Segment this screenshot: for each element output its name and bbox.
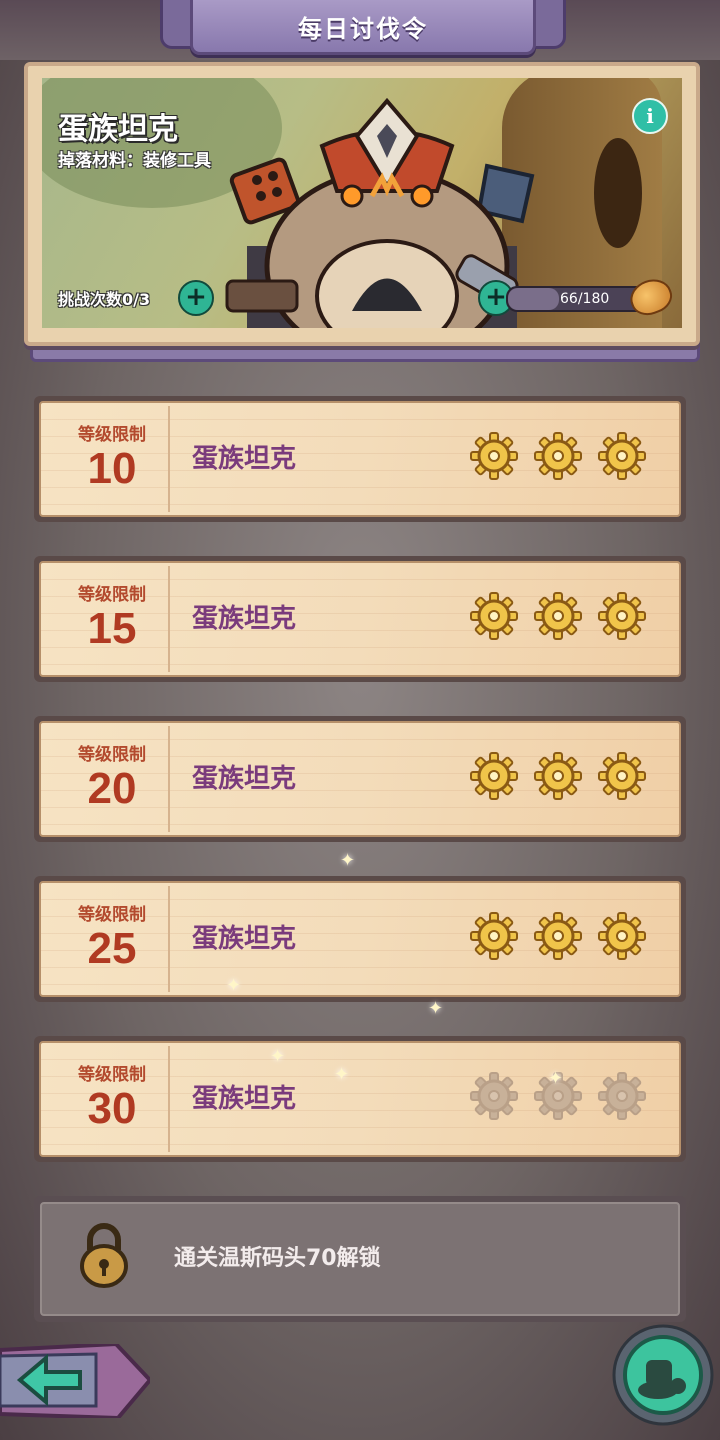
level-number: 15 [87, 604, 137, 653]
gear-star-icon [470, 912, 518, 960]
locked-stage: 通关温斯码头70解锁 [34, 1196, 686, 1322]
challenge-count: 挑战次数0/3 [58, 290, 151, 309]
gear-star-icon [534, 912, 582, 960]
gear-star-icon [598, 752, 646, 800]
gear-star-icon [598, 912, 646, 960]
level-card[interactable]: 等级限制 30 蛋族坦克 [34, 1036, 686, 1162]
level-limit-label: 等级限制 [78, 585, 146, 605]
add-challenge-button[interactable]: + [178, 280, 214, 316]
boss-banner: 蛋族坦克 掉落材料：装修工具 i 挑战次数0/3 + + 66/180 [24, 62, 700, 346]
gear-star-icon [598, 432, 646, 480]
boss-name: 蛋族坦克 [58, 112, 178, 147]
gear-star-icon [470, 592, 518, 640]
level-card[interactable]: 等级限制 25 蛋族坦克 [34, 876, 686, 1002]
stage-boss-name: 蛋族坦克 [192, 924, 297, 954]
gear-star-icon [534, 432, 582, 480]
stage-boss-name: 蛋族坦克 [192, 764, 297, 794]
gear-star-icon [598, 1072, 646, 1120]
star-gears [470, 592, 646, 640]
level-limit-label: 等级限制 [78, 745, 146, 765]
stamina-fill [508, 288, 560, 310]
level-limit-label: 等级限制 [78, 905, 146, 925]
sparkle-icon: ✦ [270, 1046, 286, 1067]
level-number: 20 [87, 764, 137, 813]
sparkle-icon: ✦ [340, 850, 356, 871]
page-title: 每日讨伐令 [190, 0, 536, 55]
padlock-icon [80, 1223, 128, 1288]
sparkle-icon: ✦ [334, 1064, 350, 1085]
level-limit-label: 等级限制 [78, 1065, 146, 1085]
level-number: 30 [87, 1084, 137, 1133]
level-card[interactable]: 等级限制 20 蛋族坦克 [34, 716, 686, 842]
level-number: 10 [87, 444, 137, 493]
star-gears [470, 432, 646, 480]
info-glyph: i [646, 104, 654, 128]
stage-boss-name: 蛋族坦克 [192, 444, 297, 474]
level-number: 25 [87, 924, 137, 973]
level-card[interactable]: 等级限制 10 蛋族坦克 [34, 396, 686, 522]
home-button[interactable] [612, 1324, 714, 1426]
gear-star-icon [470, 1072, 518, 1120]
gear-star-icon [598, 592, 646, 640]
gear-star-icon [534, 592, 582, 640]
drop-material: 掉落材料：装修工具 [58, 151, 211, 171]
sparkle-icon: ✦ [548, 1068, 564, 1089]
gear-star-icon [470, 752, 518, 800]
star-gears [470, 912, 646, 960]
sparkle-icon: ✦ [226, 975, 242, 996]
info-icon[interactable]: i [632, 98, 668, 134]
back-button[interactable] [0, 1344, 150, 1418]
stamina-bar: 66/180 [506, 286, 650, 312]
stamina-value: 66/180 [560, 291, 610, 307]
star-gears [470, 752, 646, 800]
stage-boss-name: 蛋族坦克 [192, 1084, 297, 1114]
gear-star-icon [534, 752, 582, 800]
level-limit-label: 等级限制 [78, 425, 146, 445]
unlock-condition: 通关温斯码头70解锁 [174, 1246, 381, 1271]
home-icon [646, 1360, 672, 1386]
sparkle-icon: ✦ [428, 998, 444, 1019]
stage-boss-name: 蛋族坦克 [192, 604, 297, 634]
gear-star-icon [470, 432, 518, 480]
level-card[interactable]: 等级限制 15 蛋族坦克 [34, 556, 686, 682]
